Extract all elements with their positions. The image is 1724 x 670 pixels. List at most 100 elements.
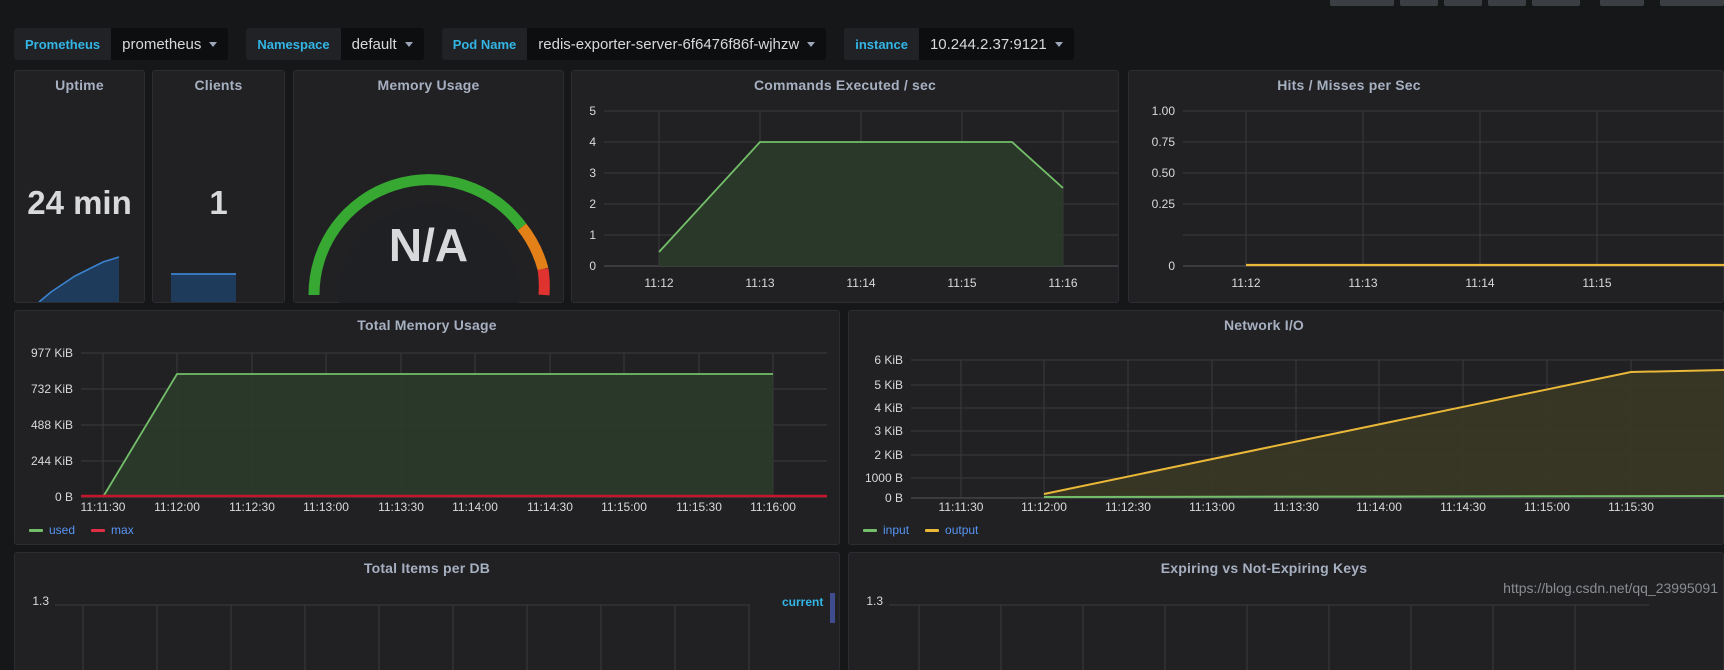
panel-title-hits-misses: Hits / Misses per Sec [1277, 77, 1421, 93]
toolbar-button-6[interactable] [1600, 0, 1644, 6]
svg-text:1.3: 1.3 [32, 594, 49, 608]
variable-namespace[interactable]: Namespace default [246, 28, 424, 60]
svg-text:11:13: 11:13 [1348, 276, 1377, 290]
svg-text:3 KiB: 3 KiB [874, 424, 903, 438]
chevron-down-icon [209, 41, 218, 47]
variable-instance[interactable]: instance 10.244.2.37:9121 [844, 28, 1074, 60]
svg-text:11:15: 11:15 [1582, 276, 1611, 290]
memory-usage-value: N/A [388, 219, 469, 271]
panel-total-memory-usage[interactable]: Total Memory Usage 977 KiB 732 KiB 488 K… [14, 310, 840, 545]
commands-executed-chart: 5 4 3 2 1 0 11:12 11:13 11:14 11:15 11:1… [589, 104, 1118, 290]
panel-title-commands-executed: Commands Executed / sec [754, 77, 936, 93]
network-io-chart: 6 KiB 5 KiB 4 KiB 3 KiB 2 KiB 1000 B 0 B [865, 353, 1724, 505]
panel-title-total-memory-usage: Total Memory Usage [357, 317, 497, 333]
svg-text:11:12: 11:12 [1231, 276, 1260, 290]
toolbar-button-4[interactable] [1488, 0, 1526, 6]
clients-sparkline [171, 273, 236, 302]
chevron-down-icon [404, 41, 413, 47]
svg-text:11:13:30: 11:13:30 [1273, 500, 1319, 514]
svg-text:0.50: 0.50 [1152, 166, 1176, 180]
grafana-dashboard: Prometheus prometheus Namespace default … [0, 0, 1724, 670]
svg-text:11:14:00: 11:14:00 [452, 500, 498, 514]
panel-commands-executed[interactable]: Commands Executed / sec 5 4 3 2 1 0 11:1… [571, 70, 1119, 303]
panel-title-memory-usage: Memory Usage [377, 77, 480, 93]
svg-text:11:15:00: 11:15:00 [601, 500, 647, 514]
panel-clients[interactable]: Clients 1 [152, 70, 285, 303]
legend-label-input: input [883, 523, 910, 537]
panel-hits-misses[interactable]: Hits / Misses per Sec 1.00 0.75 0.50 0.2… [1128, 70, 1724, 303]
total-items-current-label[interactable]: current [782, 595, 823, 609]
toolbar-button-2[interactable] [1400, 0, 1438, 6]
variable-label-podname: Pod Name [441, 28, 528, 60]
svg-text:11:13:00: 11:13:00 [1189, 500, 1235, 514]
svg-text:11:12:00: 11:12:00 [154, 500, 200, 514]
total-memory-usage-legend: used max [29, 523, 134, 537]
svg-text:1: 1 [589, 228, 596, 242]
svg-text:732 KiB: 732 KiB [31, 382, 73, 396]
svg-text:11:11:30: 11:11:30 [939, 500, 984, 514]
legend-swatch-input [863, 528, 877, 532]
svg-text:5: 5 [589, 104, 596, 118]
svg-text:11:16:00: 11:16:00 [750, 500, 796, 514]
panel-network-io[interactable]: Network I/O 6 KiB 5 KiB 4 KiB 3 KiB 2 Ki… [848, 310, 1724, 545]
toolbar-button-3[interactable] [1444, 0, 1482, 6]
legend-item-input[interactable]: input [863, 523, 909, 537]
toolbar-button-5[interactable] [1532, 0, 1580, 6]
variable-text-prometheus: prometheus [122, 35, 202, 53]
uptime-sparkline [38, 256, 120, 302]
legend-label-max: max [111, 523, 134, 537]
legend-swatch-output [925, 528, 940, 532]
svg-text:11:16: 11:16 [1048, 276, 1077, 290]
svg-text:11:14: 11:14 [1465, 276, 1494, 290]
legend-label-used: used [49, 523, 76, 537]
svg-text:11:12:00: 11:12:00 [1021, 500, 1067, 514]
panel-uptime[interactable]: Uptime 24 min [14, 70, 145, 303]
svg-text:2: 2 [589, 197, 596, 211]
svg-text:11:14: 11:14 [846, 276, 875, 290]
template-variable-bar: Prometheus prometheus Namespace default … [14, 27, 1074, 61]
svg-text:4: 4 [589, 135, 596, 149]
total-memory-usage-chart: 977 KiB 732 KiB 488 KiB 244 KiB 0 B [31, 346, 827, 504]
uptime-value: 24 min [27, 184, 132, 221]
variable-text-podname: redis-exporter-server-6f6476f86f-wjhzw [538, 35, 800, 53]
variable-prometheus[interactable]: Prometheus prometheus [14, 28, 229, 60]
total-items-per-db-chart: 1.3 [32, 594, 750, 670]
chevron-down-icon [807, 41, 816, 47]
svg-text:0: 0 [589, 259, 596, 273]
variable-value-instance[interactable]: 10.244.2.37:9121 [918, 28, 1074, 60]
variable-label-prometheus: Prometheus [14, 28, 112, 60]
network-io-legend: input output [863, 523, 978, 537]
svg-text:0: 0 [1168, 259, 1175, 273]
svg-text:11:13: 11:13 [745, 276, 774, 290]
legend-item-used[interactable]: used [29, 523, 75, 537]
variable-text-instance: 10.244.2.37:9121 [929, 35, 1047, 53]
variable-value-podname[interactable]: redis-exporter-server-6f6476f86f-wjhzw [527, 28, 827, 60]
total-memory-usage-xaxis: 11:11:30 11:12:00 11:12:30 11:13:00 11:1… [81, 500, 797, 514]
legend-swatch-max [91, 528, 106, 532]
legend-item-max[interactable]: max [91, 523, 134, 537]
panel-total-items-per-db[interactable]: Total Items per DB 1.3 current [14, 552, 840, 670]
svg-text:11:14:30: 11:14:30 [527, 500, 573, 514]
variable-value-namespace[interactable]: default [340, 28, 424, 60]
toolbar-button-7[interactable] [1660, 0, 1724, 6]
total-items-current-bar [830, 593, 835, 623]
svg-text:244 KiB: 244 KiB [31, 454, 73, 468]
svg-text:11:12:30: 11:12:30 [229, 500, 275, 514]
svg-text:11:15: 11:15 [947, 276, 976, 290]
svg-text:1.3: 1.3 [866, 594, 883, 608]
svg-text:1.00: 1.00 [1152, 104, 1176, 118]
clients-value: 1 [209, 184, 228, 221]
panel-expiring-keys[interactable]: Expiring vs Not-Expiring Keys 1.3 [848, 552, 1724, 670]
svg-text:11:15:00: 11:15:00 [1524, 500, 1570, 514]
svg-text:11:15:30: 11:15:30 [1608, 500, 1654, 514]
expiring-keys-chart: 1.3 [866, 594, 1649, 670]
variable-label-namespace: Namespace [246, 28, 341, 60]
legend-item-output[interactable]: output [925, 523, 978, 537]
panel-title-expiring-keys: Expiring vs Not-Expiring Keys [1160, 560, 1368, 576]
svg-text:1000 B: 1000 B [865, 471, 903, 485]
variable-value-prometheus[interactable]: prometheus [111, 28, 229, 60]
toolbar-button-1[interactable] [1330, 0, 1394, 6]
variable-podname[interactable]: Pod Name redis-exporter-server-6f6476f86… [441, 28, 827, 60]
svg-text:11:12:30: 11:12:30 [1105, 500, 1151, 514]
panel-memory-usage[interactable]: Memory Usage N/A [293, 70, 564, 303]
